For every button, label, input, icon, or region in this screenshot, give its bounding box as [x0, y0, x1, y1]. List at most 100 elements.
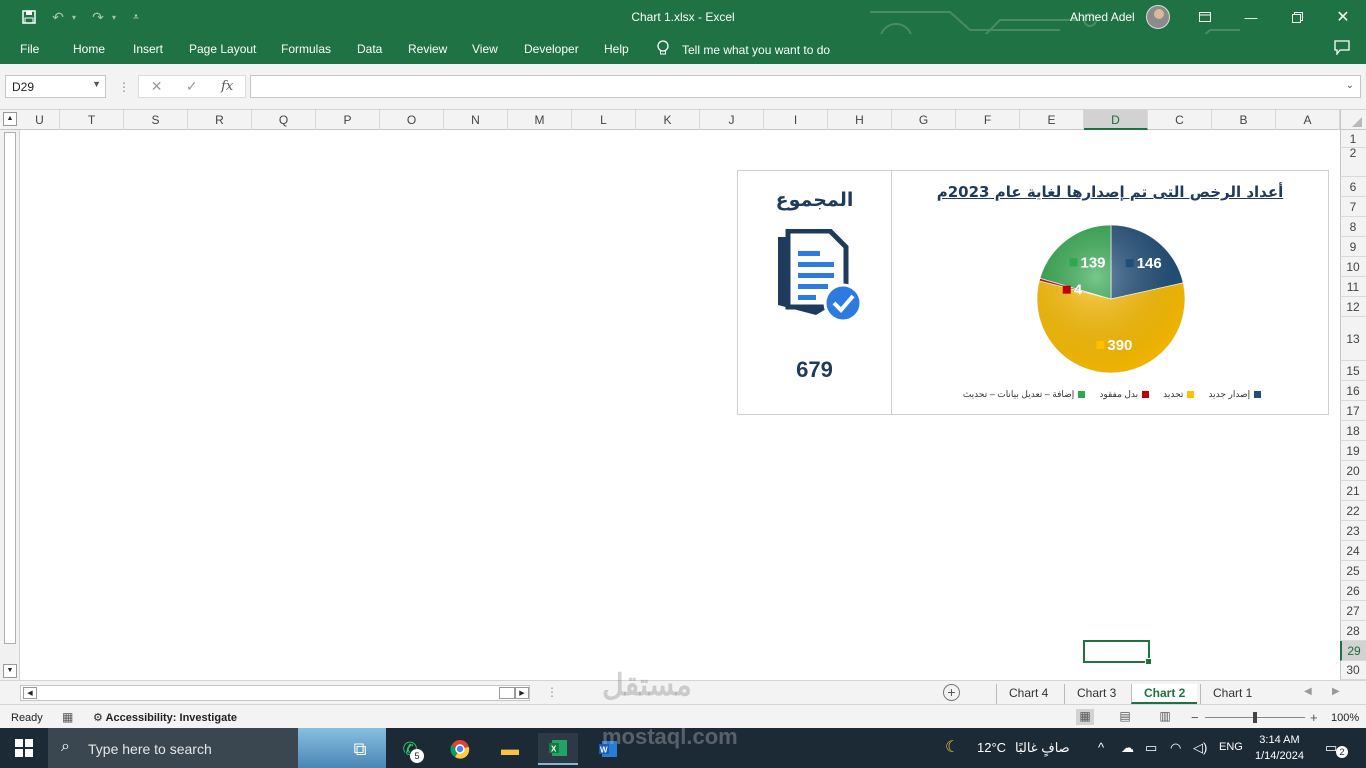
- windows-start-icon[interactable]: [15, 739, 33, 757]
- chevron-down-icon[interactable]: ▼: [92, 79, 101, 89]
- weather-temp[interactable]: 12°C: [977, 740, 1006, 755]
- user-name[interactable]: Ahmed Adel: [1070, 10, 1135, 24]
- tab-developer[interactable]: Developer: [524, 42, 579, 56]
- column-header-l[interactable]: L: [572, 110, 636, 130]
- column-header-i[interactable]: I: [764, 110, 828, 130]
- tab-help[interactable]: Help: [604, 42, 629, 56]
- scroll-left-icon[interactable]: ◀: [23, 687, 37, 699]
- close-icon[interactable]: ✕: [1331, 6, 1355, 28]
- column-header-k[interactable]: K: [636, 110, 700, 130]
- tab-splitter[interactable]: ⋮: [546, 685, 558, 699]
- cancel-entry-icon[interactable]: ✕: [151, 78, 163, 95]
- row-header-13[interactable]: 13: [1340, 317, 1366, 361]
- accessibility-status[interactable]: ⚙ Accessibility: Investigate: [93, 711, 237, 724]
- row-header-18[interactable]: 18: [1340, 421, 1366, 441]
- clock[interactable]: 3:14 AM 1/14/2024: [1255, 732, 1304, 764]
- select-all-corner[interactable]: [1340, 110, 1366, 130]
- scroll-down-icon[interactable]: ▼: [3, 664, 17, 678]
- chrome-icon[interactable]: [440, 733, 480, 765]
- volume-icon[interactable]: ◁): [1193, 740, 1207, 756]
- row-header-30[interactable]: 30: [1340, 661, 1366, 680]
- word-icon[interactable]: W: [588, 733, 628, 765]
- confirm-entry-icon[interactable]: ✓: [186, 78, 198, 95]
- horizontal-scroll-thumb[interactable]: [499, 687, 515, 699]
- column-header-c[interactable]: C: [1148, 110, 1212, 130]
- minimize-icon[interactable]: —: [1239, 6, 1263, 28]
- insert-function-icon[interactable]: fx: [221, 79, 233, 94]
- chart-panel[interactable]: أعداد الرخص التى تم إصدارها لغاية عام 20…: [891, 170, 1329, 415]
- column-header-p[interactable]: P: [316, 110, 380, 130]
- column-header-b[interactable]: B: [1212, 110, 1276, 130]
- tab-view[interactable]: View: [472, 42, 498, 56]
- weather-icon[interactable]: ☾: [945, 737, 959, 757]
- column-header-h[interactable]: H: [828, 110, 892, 130]
- battery-icon[interactable]: ▭: [1145, 740, 1157, 756]
- name-box[interactable]: D29 ▼: [5, 75, 106, 98]
- row-header-23[interactable]: 23: [1340, 521, 1366, 541]
- row-header-12[interactable]: 12: [1340, 297, 1366, 317]
- next-sheet-icon[interactable]: ▶: [1332, 686, 1340, 697]
- page-break-view-icon[interactable]: ▥: [1156, 709, 1174, 725]
- row-header-24[interactable]: 24: [1340, 541, 1366, 561]
- column-header-q[interactable]: Q: [252, 110, 316, 130]
- vertical-scroll-thumb[interactable]: [4, 132, 16, 644]
- avatar[interactable]: [1146, 5, 1170, 29]
- column-header-r[interactable]: R: [188, 110, 252, 130]
- macro-record-icon[interactable]: ▦: [62, 710, 73, 724]
- tab-review[interactable]: Review: [408, 42, 447, 56]
- zoom-out-icon[interactable]: −: [1191, 710, 1199, 725]
- taskbar-search[interactable]: ⌕ Type here to search: [48, 728, 386, 768]
- row-header-15[interactable]: 15: [1340, 361, 1366, 381]
- row-header-28[interactable]: 28: [1340, 621, 1366, 641]
- column-header-n[interactable]: N: [444, 110, 508, 130]
- horizontal-scrollbar[interactable]: ◀ ▶: [20, 685, 530, 701]
- column-header-m[interactable]: M: [508, 110, 572, 130]
- zoom-slider[interactable]: [1205, 712, 1305, 723]
- task-view-icon[interactable]: ⧉: [340, 733, 380, 765]
- tab-formulas[interactable]: Formulas: [281, 42, 331, 56]
- restore-icon[interactable]: [1285, 6, 1309, 28]
- zoom-in-icon[interactable]: +: [1310, 710, 1318, 725]
- cloud-icon[interactable]: ☁: [1121, 740, 1134, 756]
- scroll-right-icon[interactable]: ▶: [515, 687, 529, 699]
- file-explorer-icon[interactable]: ▬: [490, 733, 530, 765]
- excel-icon[interactable]: X: [538, 733, 578, 765]
- tab-insert[interactable]: Insert: [133, 42, 163, 56]
- formula-input[interactable]: ⌄: [250, 75, 1361, 98]
- zoom-level[interactable]: 100%: [1331, 712, 1359, 724]
- ribbon-display-icon[interactable]: [1193, 6, 1217, 28]
- wifi-icon[interactable]: ◠: [1170, 740, 1181, 756]
- row-header-25[interactable]: 25: [1340, 561, 1366, 581]
- row-header-11[interactable]: 11: [1340, 277, 1366, 297]
- selected-cell[interactable]: [1083, 640, 1152, 665]
- tell-me-search[interactable]: Tell me what you want to do: [656, 40, 830, 59]
- column-header-g[interactable]: G: [892, 110, 956, 130]
- pie-chart[interactable]: 146 390 4 139: [1031, 219, 1191, 379]
- summary-panel[interactable]: المجموع 679: [737, 170, 892, 415]
- column-header-j[interactable]: J: [700, 110, 764, 130]
- row-header-9[interactable]: 9: [1340, 237, 1366, 257]
- row-header-19[interactable]: 19: [1340, 441, 1366, 461]
- tab-page-layout[interactable]: Page Layout: [189, 42, 256, 56]
- row-header-10[interactable]: 10: [1340, 257, 1366, 277]
- row-header-21[interactable]: 21: [1340, 481, 1366, 501]
- column-header-s[interactable]: S: [124, 110, 188, 130]
- column-header-t[interactable]: T: [60, 110, 124, 130]
- row-header-20[interactable]: 20: [1340, 461, 1366, 481]
- chevron-up-icon[interactable]: ^: [1098, 740, 1104, 755]
- column-header-a[interactable]: A: [1276, 110, 1340, 130]
- column-header-d[interactable]: D: [1084, 110, 1148, 130]
- new-sheet-button[interactable]: +: [943, 684, 960, 701]
- expand-formula-bar-icon[interactable]: ⌄: [1346, 80, 1354, 91]
- row-header-8[interactable]: 8: [1340, 217, 1366, 237]
- row-header-6[interactable]: 6: [1340, 177, 1366, 197]
- column-header-f[interactable]: F: [956, 110, 1020, 130]
- tab-data[interactable]: Data: [357, 42, 382, 56]
- sheet-tab-chart-3[interactable]: Chart 3: [1064, 684, 1128, 704]
- scroll-up-icon[interactable]: ▲: [3, 112, 17, 126]
- sheet-tab-chart-4[interactable]: Chart 4: [996, 684, 1060, 704]
- sheet-tab-chart-2[interactable]: Chart 2: [1131, 684, 1198, 704]
- comments-icon[interactable]: [1334, 40, 1350, 60]
- formula-bar-splitter[interactable]: ⋮: [118, 80, 130, 94]
- whatsapp-icon[interactable]: ✆ 5: [390, 733, 430, 765]
